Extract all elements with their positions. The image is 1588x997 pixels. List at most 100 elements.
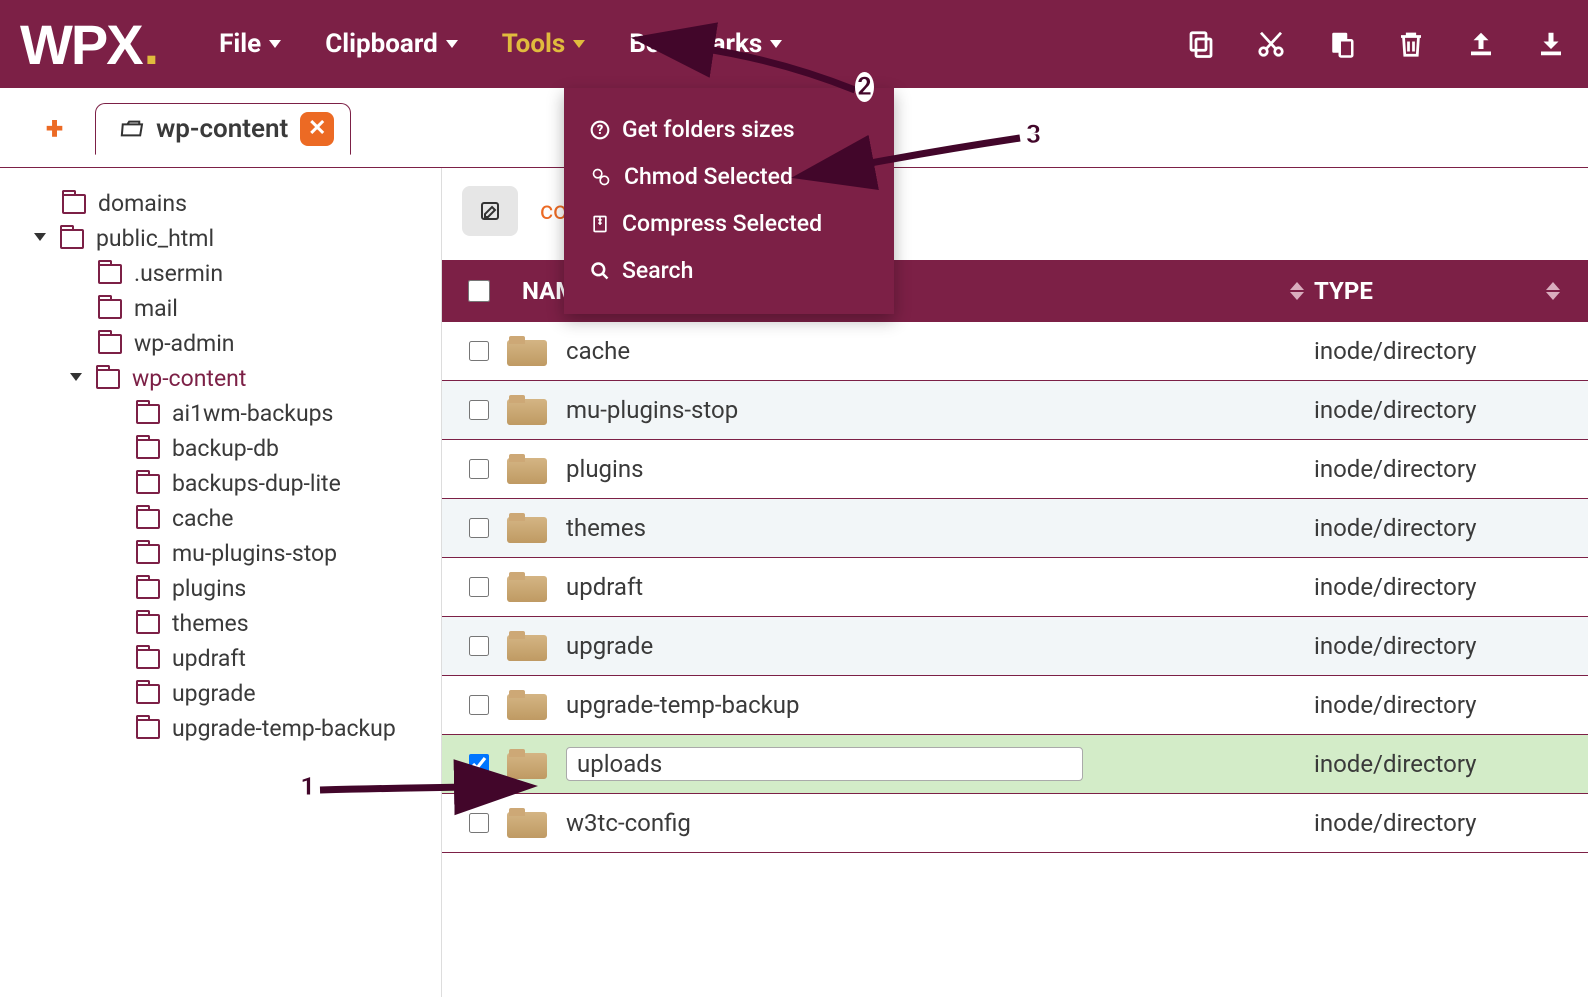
sort-icon — [1546, 282, 1570, 300]
tab-wp-content[interactable]: wp-content ✕ — [95, 103, 351, 155]
tree-label: cache — [172, 505, 233, 532]
folder-icon — [136, 509, 160, 529]
sort-icon — [1290, 282, 1314, 300]
gears-icon — [590, 167, 612, 187]
folder-icon — [136, 719, 160, 739]
folder-icon — [502, 808, 552, 838]
table-row[interactable]: mu-plugins-stopinode/directory — [442, 381, 1588, 440]
folder-icon — [136, 439, 160, 459]
pencil-icon — [478, 199, 502, 223]
tree-item-plugins[interactable]: plugins — [0, 571, 441, 606]
tree-item-upgrade-temp-backup[interactable]: upgrade-temp-backup — [0, 711, 441, 746]
folder-icon — [502, 336, 552, 366]
file-name[interactable]: w3tc-config — [552, 809, 1314, 837]
paste-icon[interactable] — [1324, 27, 1358, 61]
tree-item-mail[interactable]: mail — [0, 291, 441, 326]
menu-bookmarks[interactable]: Bookmarks — [607, 19, 804, 69]
copy-icon[interactable] — [1184, 27, 1218, 61]
table-row[interactable]: cacheinode/directory — [442, 322, 1588, 381]
tree-item-mu-plugins-stop[interactable]: mu-plugins-stop — [0, 536, 441, 571]
file-table: NAME TYPE cacheinode/directorymu-plugins… — [442, 260, 1588, 853]
tree-item-ai1wm-backups[interactable]: ai1wm-backups — [0, 396, 441, 431]
file-type: inode/directory — [1314, 396, 1574, 424]
file-name[interactable]: updraft — [552, 573, 1314, 601]
tree-item-backup-db[interactable]: backup-db — [0, 431, 441, 466]
row-checkbox[interactable] — [456, 636, 502, 656]
tree-item-domains[interactable]: domains — [0, 186, 441, 221]
file-type: inode/directory — [1314, 573, 1574, 601]
table-row[interactable]: upgradeinode/directory — [442, 617, 1588, 676]
folder-icon — [136, 579, 160, 599]
menu-clipboard[interactable]: Clipboard — [303, 19, 480, 69]
cut-icon[interactable] — [1254, 27, 1288, 61]
folder-icon — [62, 194, 86, 214]
logo-text: WPX — [20, 12, 142, 77]
upload-icon[interactable] — [1464, 27, 1498, 61]
dropdown-get-sizes[interactable]: ?Get folders sizes — [564, 106, 894, 153]
dropdown-compress[interactable]: Compress Selected — [564, 200, 894, 247]
dropdown-chmod[interactable]: Chmod Selected — [564, 153, 894, 200]
row-checkbox[interactable] — [456, 695, 502, 715]
file-name[interactable]: themes — [552, 514, 1314, 542]
logo-dot: . — [144, 12, 158, 77]
tree-item-upgrade[interactable]: upgrade — [0, 676, 441, 711]
tree-label: backup-db — [172, 435, 279, 462]
tree-item-wp-admin[interactable]: wp-admin — [0, 326, 441, 361]
tree-item-wp-content[interactable]: wp-content — [0, 361, 441, 396]
table-row[interactable]: themesinode/directory — [442, 499, 1588, 558]
file-type: inode/directory — [1314, 632, 1574, 660]
close-tab-button[interactable]: ✕ — [300, 112, 334, 146]
column-type[interactable]: TYPE — [1314, 277, 1574, 305]
folder-icon — [502, 454, 552, 484]
table-row[interactable]: pluginsinode/directory — [442, 440, 1588, 499]
file-name[interactable]: uploads — [552, 747, 1314, 781]
table-row[interactable]: uploadsinode/directory — [442, 735, 1588, 794]
delete-icon[interactable] — [1394, 27, 1428, 61]
row-checkbox[interactable] — [456, 754, 502, 774]
tree-label: mail — [134, 295, 178, 322]
search-icon — [590, 261, 610, 281]
toggle-icon — [34, 233, 46, 241]
tree-item-public-html[interactable]: public_html — [0, 221, 441, 256]
tab-label: wp-content — [156, 114, 288, 144]
tree-item-cache[interactable]: cache — [0, 501, 441, 536]
menu-file[interactable]: File — [197, 19, 303, 69]
row-checkbox[interactable] — [456, 341, 502, 361]
row-checkbox[interactable] — [456, 577, 502, 597]
folder-icon — [136, 474, 160, 494]
table-row[interactable]: w3tc-configinode/directory — [442, 794, 1588, 853]
top-navbar: WPX. File Clipboard Tools Bookmarks — [0, 0, 1588, 88]
folder-icon — [98, 264, 122, 284]
row-checkbox[interactable] — [456, 400, 502, 420]
file-name[interactable]: upgrade — [552, 632, 1314, 660]
new-tab-button[interactable]: + — [46, 109, 63, 147]
file-name[interactable]: plugins — [552, 455, 1314, 483]
tree-item-backups-dup-lite[interactable]: backups-dup-lite — [0, 466, 441, 501]
tree-label: updraft — [172, 645, 246, 672]
row-checkbox[interactable] — [456, 459, 502, 479]
tree-item-updraft[interactable]: updraft — [0, 641, 441, 676]
row-checkbox[interactable] — [456, 813, 502, 833]
file-name[interactable]: mu-plugins-stop — [552, 396, 1314, 424]
table-row[interactable]: upgrade-temp-backupinode/directory — [442, 676, 1588, 735]
folder-icon — [136, 614, 160, 634]
chevron-down-icon — [446, 40, 458, 48]
file-type: inode/directory — [1314, 514, 1574, 542]
toolbar-icons — [1184, 27, 1578, 61]
menu-tools[interactable]: Tools — [480, 19, 608, 69]
select-all-checkbox[interactable] — [456, 280, 502, 302]
download-icon[interactable] — [1534, 27, 1568, 61]
tree-item-themes[interactable]: themes — [0, 606, 441, 641]
edit-path-button[interactable] — [462, 186, 518, 236]
folder-icon — [502, 749, 552, 779]
folder-icon — [502, 572, 552, 602]
table-row[interactable]: updraftinode/directory — [442, 558, 1588, 617]
dropdown-search[interactable]: Search — [564, 247, 894, 294]
folder-icon — [136, 404, 160, 424]
file-name[interactable]: cache — [552, 337, 1314, 365]
row-checkbox[interactable] — [456, 518, 502, 538]
file-name[interactable]: upgrade-temp-backup — [552, 691, 1314, 719]
chevron-down-icon — [770, 40, 782, 48]
tools-dropdown: ?Get folders sizes Chmod Selected Compre… — [564, 88, 894, 314]
tree-item--usermin[interactable]: .usermin — [0, 256, 441, 291]
